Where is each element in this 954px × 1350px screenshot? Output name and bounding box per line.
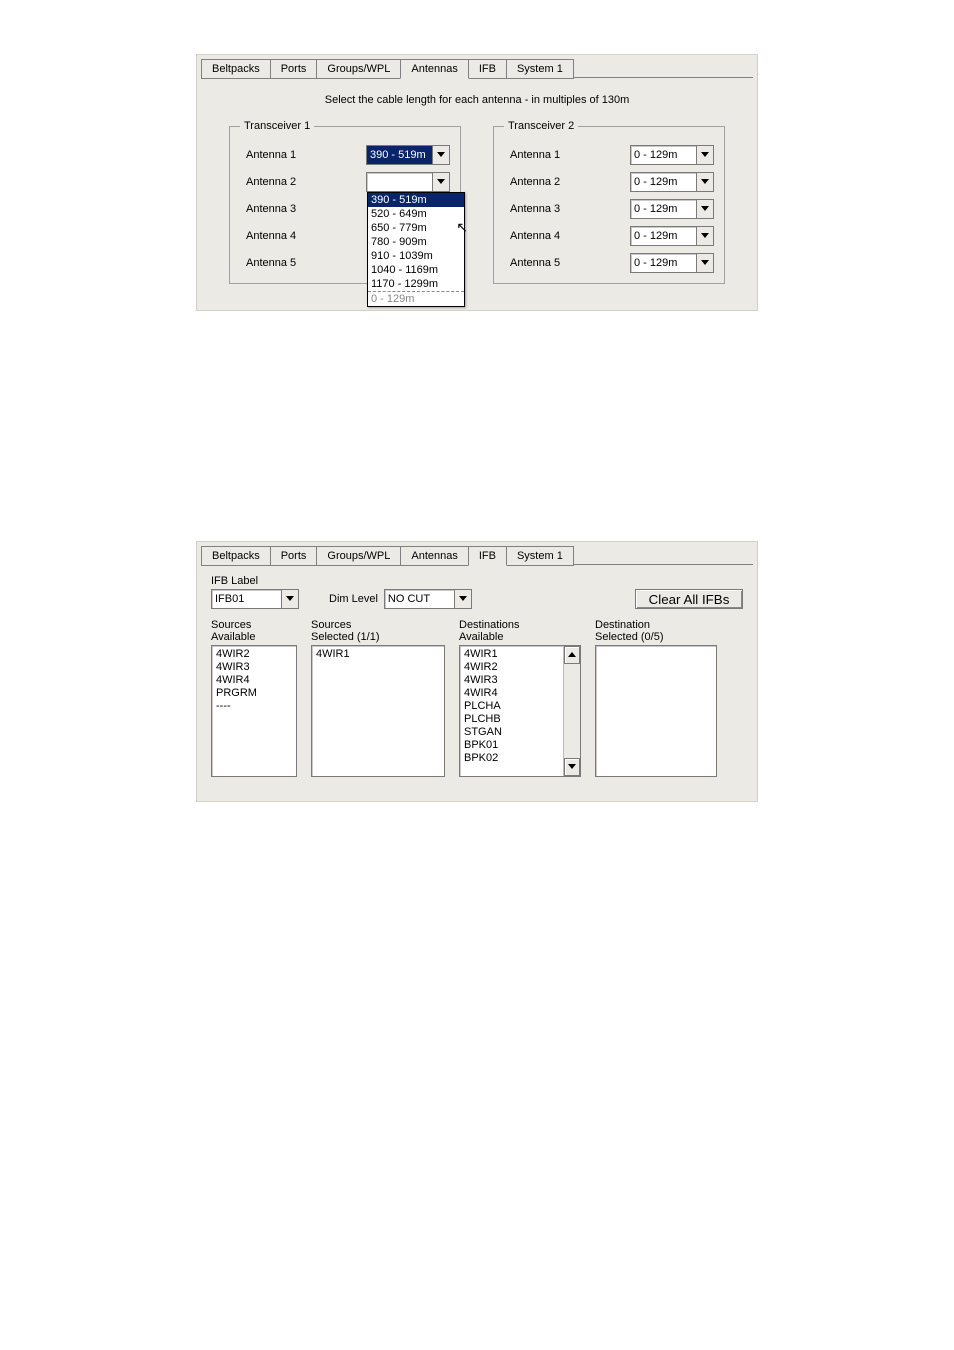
dropdown-option[interactable]: 520 - 649m bbox=[368, 207, 464, 221]
sources-selected-list[interactable]: 4WIR1 bbox=[311, 645, 445, 777]
clear-all-ifbs-button[interactable]: Clear All IFBs bbox=[635, 589, 743, 609]
list-item[interactable]: 4WIR4 bbox=[214, 674, 294, 687]
transceiver-2-legend: Transceiver 2 bbox=[504, 120, 578, 132]
antennas-instruction: Select the cable length for each antenna… bbox=[211, 94, 743, 106]
antenna-2-label: Antenna 2 bbox=[510, 176, 560, 188]
list-item[interactable]: 4WIR1 bbox=[462, 648, 562, 661]
sources-selected-header: Sources Selected (1/1) bbox=[311, 619, 445, 643]
ifb-top-row: IFB Label Dim Level Clear All IFBs bbox=[211, 575, 743, 609]
dropdown-option[interactable]: 780 - 909m bbox=[368, 235, 464, 249]
antenna-2-value[interactable] bbox=[367, 173, 432, 191]
antenna-5-value[interactable] bbox=[631, 254, 696, 272]
tab-ports[interactable]: Ports bbox=[270, 59, 318, 79]
list-item[interactable]: ---- bbox=[214, 700, 294, 713]
antenna-2-combo[interactable]: 390 - 519m 520 - 649m 650 - 779m 780 - 9… bbox=[366, 172, 450, 192]
antenna-4-label: Antenna 4 bbox=[246, 230, 296, 242]
tab-antennas[interactable]: Antennas bbox=[400, 59, 468, 79]
dropdown-option[interactable]: 910 - 1039m bbox=[368, 249, 464, 263]
list-item[interactable]: 4WIR2 bbox=[214, 648, 294, 661]
antenna-4-combo[interactable] bbox=[630, 226, 714, 246]
transceiver-1-legend: Transceiver 1 bbox=[240, 120, 314, 132]
antenna-3-label: Antenna 3 bbox=[510, 203, 560, 215]
list-item[interactable]: 4WIR2 bbox=[462, 661, 562, 674]
transceiver-2-group: Transceiver 2 Antenna 1 Antenna 2 bbox=[493, 120, 725, 284]
chevron-down-icon[interactable] bbox=[696, 254, 713, 272]
antenna-1-label: Antenna 1 bbox=[246, 149, 296, 161]
tab-ports[interactable]: Ports bbox=[270, 546, 318, 566]
ifb-label-combo[interactable] bbox=[211, 589, 299, 609]
transceiver-1-group: Transceiver 1 Antenna 1 Antenna 2 bbox=[229, 120, 461, 284]
list-item[interactable]: 4WIR3 bbox=[214, 661, 294, 674]
tab-system1[interactable]: System 1 bbox=[506, 59, 574, 79]
dim-level-combo[interactable] bbox=[384, 589, 472, 609]
chevron-down-icon[interactable] bbox=[432, 173, 449, 191]
list-item[interactable]: STGAN bbox=[462, 726, 562, 739]
tab-groups-wpl[interactable]: Groups/WPL bbox=[316, 59, 401, 79]
antenna-2-combo[interactable] bbox=[630, 172, 714, 192]
sources-available-header: Sources Available bbox=[211, 619, 297, 643]
antenna-2-value[interactable] bbox=[631, 173, 696, 191]
scroll-up-icon[interactable] bbox=[564, 646, 580, 664]
dropdown-option[interactable]: 1170 - 1299m bbox=[368, 277, 464, 291]
scroll-down-icon[interactable] bbox=[564, 758, 580, 776]
antennas-config-panel: Beltpacks Ports Groups/WPL Antennas IFB … bbox=[196, 54, 758, 311]
chevron-down-icon[interactable] bbox=[454, 590, 471, 608]
destination-selected-header: Destination Selected (0/5) bbox=[595, 619, 717, 643]
chevron-down-icon[interactable] bbox=[696, 173, 713, 191]
list-item[interactable]: BPK01 bbox=[462, 739, 562, 752]
tab-groups-wpl[interactable]: Groups/WPL bbox=[316, 546, 401, 566]
sources-available-list[interactable]: 4WIR2 4WIR3 4WIR4 PRGRM ---- bbox=[211, 645, 297, 777]
tab-antennas[interactable]: Antennas bbox=[400, 546, 468, 566]
antenna-3-label: Antenna 3 bbox=[246, 203, 296, 215]
dropdown-option[interactable]: 1040 - 1169m bbox=[368, 263, 464, 277]
list-item[interactable]: 4WIR1 bbox=[314, 648, 442, 661]
antenna-5-combo[interactable] bbox=[630, 253, 714, 273]
dropdown-option[interactable]: 0 - 129m bbox=[368, 291, 464, 306]
chevron-down-icon[interactable] bbox=[432, 146, 449, 164]
list-item[interactable]: BPK02 bbox=[462, 752, 562, 765]
destinations-available-header: Destinations Available bbox=[459, 619, 581, 643]
list-item[interactable]: PLCHA bbox=[462, 700, 562, 713]
antenna-1-combo[interactable] bbox=[630, 145, 714, 165]
tab-system1[interactable]: System 1 bbox=[506, 546, 574, 566]
antenna-1-label: Antenna 1 bbox=[510, 149, 560, 161]
list-item[interactable]: PLCHB bbox=[462, 713, 562, 726]
destinations-available-list[interactable]: 4WIR1 4WIR2 4WIR3 4WIR4 PLCHA PLCHB STGA… bbox=[459, 645, 581, 777]
antenna-5-label: Antenna 5 bbox=[510, 257, 560, 269]
antenna-4-label: Antenna 4 bbox=[510, 230, 560, 242]
list-item[interactable]: PRGRM bbox=[214, 687, 294, 700]
list-item[interactable]: 4WIR4 bbox=[462, 687, 562, 700]
antenna-1-value[interactable] bbox=[367, 146, 432, 164]
dropdown-option[interactable]: 390 - 519m bbox=[368, 193, 464, 207]
chevron-down-icon[interactable] bbox=[696, 146, 713, 164]
list-item[interactable]: 4WIR3 bbox=[462, 674, 562, 687]
antenna-3-value[interactable] bbox=[631, 200, 696, 218]
chevron-down-icon[interactable] bbox=[281, 590, 298, 608]
dim-level-value[interactable] bbox=[385, 590, 454, 608]
antenna-2-label: Antenna 2 bbox=[246, 176, 296, 188]
scrollbar[interactable] bbox=[563, 646, 580, 776]
antenna-3-combo[interactable] bbox=[630, 199, 714, 219]
scroll-track[interactable] bbox=[564, 664, 580, 758]
dim-level-caption: Dim Level bbox=[329, 593, 378, 605]
antenna-4-value[interactable] bbox=[631, 227, 696, 245]
antenna-1-value[interactable] bbox=[631, 146, 696, 164]
chevron-down-icon[interactable] bbox=[696, 227, 713, 245]
ifb-label-caption: IFB Label bbox=[211, 575, 299, 587]
tab-beltpacks[interactable]: Beltpacks bbox=[201, 59, 271, 79]
tab-beltpacks[interactable]: Beltpacks bbox=[201, 546, 271, 566]
tabstrip: Beltpacks Ports Groups/WPL Antennas IFB … bbox=[197, 55, 757, 78]
destination-selected-list[interactable] bbox=[595, 645, 717, 777]
antenna-5-label: Antenna 5 bbox=[246, 257, 296, 269]
chevron-down-icon[interactable] bbox=[696, 200, 713, 218]
antenna-2-dropdown-list[interactable]: 390 - 519m 520 - 649m 650 - 779m 780 - 9… bbox=[367, 192, 465, 307]
ifb-label-value[interactable] bbox=[212, 590, 281, 608]
dropdown-option[interactable]: 650 - 779m bbox=[368, 221, 464, 235]
tab-ifb[interactable]: IFB bbox=[468, 546, 507, 566]
antenna-1-combo[interactable] bbox=[366, 145, 450, 165]
tab-ifb[interactable]: IFB bbox=[468, 59, 507, 79]
tabstrip: Beltpacks Ports Groups/WPL Antennas IFB … bbox=[197, 542, 757, 565]
ifb-config-panel: Beltpacks Ports Groups/WPL Antennas IFB … bbox=[196, 541, 758, 802]
